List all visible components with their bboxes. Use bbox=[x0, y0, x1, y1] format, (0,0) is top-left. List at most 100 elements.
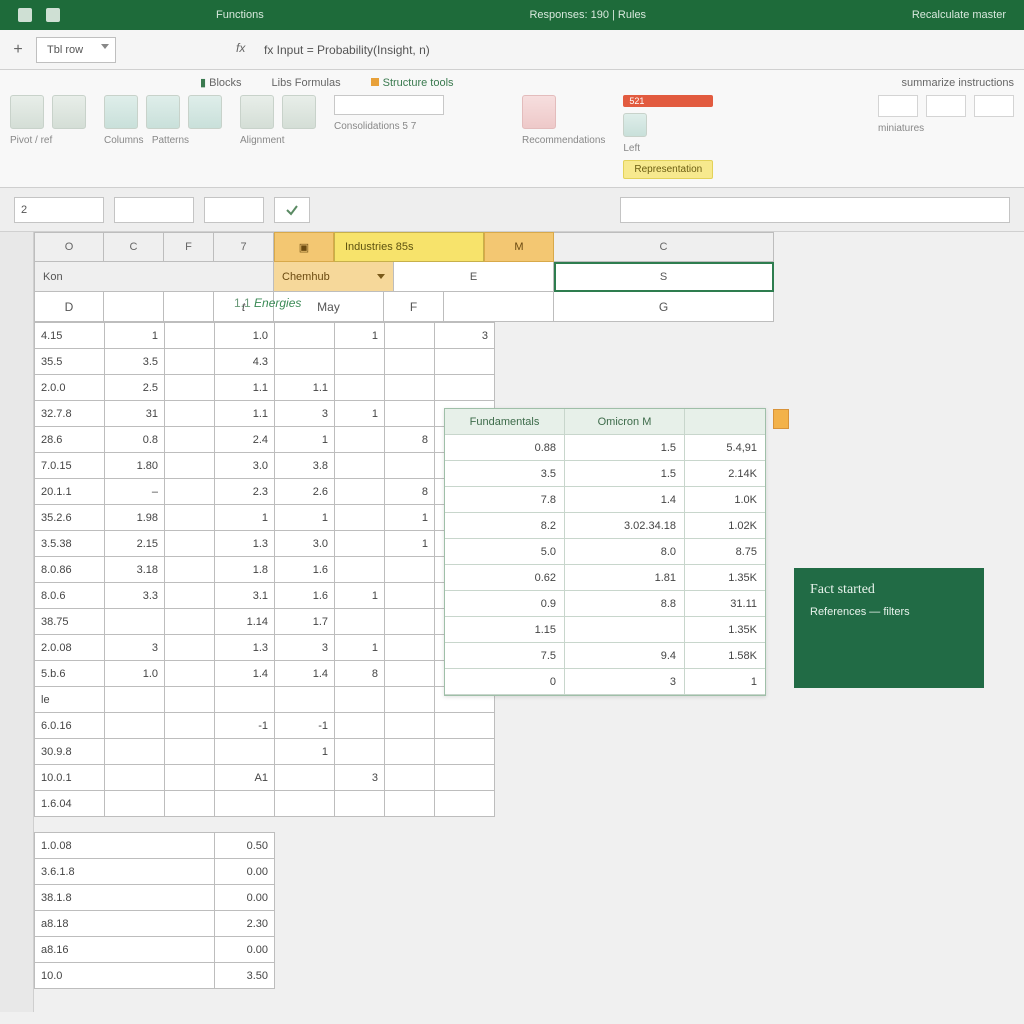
ribbon-dropdown-1[interactable] bbox=[334, 95, 444, 115]
ribbon-button-1[interactable] bbox=[10, 95, 44, 129]
grid-cell[interactable]: 8.0.86 bbox=[35, 557, 105, 583]
inset-cell[interactable]: 5.0 bbox=[445, 539, 565, 565]
ribbon-button-4[interactable] bbox=[146, 95, 180, 129]
grid-cell[interactable] bbox=[165, 687, 215, 713]
grid-cell[interactable] bbox=[105, 713, 165, 739]
grid-cell[interactable] bbox=[105, 765, 165, 791]
inset-cell[interactable]: 9.4 bbox=[565, 643, 685, 669]
grid-cell[interactable] bbox=[385, 349, 435, 375]
grid-cell[interactable] bbox=[165, 739, 215, 765]
ribbon-button-2[interactable] bbox=[52, 95, 86, 129]
grid-cell[interactable] bbox=[165, 791, 215, 817]
grid-cell[interactable]: 1.4 bbox=[215, 661, 275, 687]
grid-cell[interactable] bbox=[335, 609, 385, 635]
grid2-cell[interactable]: 0.00 bbox=[215, 937, 275, 963]
ribbon-button-7[interactable] bbox=[282, 95, 316, 129]
grid-cell[interactable]: 1.1 bbox=[215, 375, 275, 401]
grid-cell[interactable]: 2.6 bbox=[275, 479, 335, 505]
grid-cell[interactable]: 7.0.15 bbox=[35, 453, 105, 479]
header-tab-orange[interactable]: ▣ bbox=[274, 232, 334, 262]
row-gutter[interactable] bbox=[0, 232, 34, 1012]
lbl-cell[interactable]: F bbox=[384, 292, 444, 322]
inset-cell[interactable]: 1.35K bbox=[685, 617, 765, 643]
grid-cell[interactable]: 3.5 bbox=[105, 349, 165, 375]
grid-cell[interactable]: 1.4 bbox=[275, 661, 335, 687]
grid-cell[interactable]: 2.4 bbox=[215, 427, 275, 453]
inset-cell[interactable]: 0.62 bbox=[445, 565, 565, 591]
grid-cell[interactable]: 35.5 bbox=[35, 349, 105, 375]
inset-cell[interactable]: 3.5 bbox=[445, 461, 565, 487]
grid-cell[interactable] bbox=[165, 661, 215, 687]
grid-cell[interactable] bbox=[435, 739, 495, 765]
grid-cell[interactable]: 2.15 bbox=[105, 531, 165, 557]
grid-cell[interactable]: 1 bbox=[335, 583, 385, 609]
grid-cell[interactable] bbox=[335, 557, 385, 583]
grid-cell[interactable]: 1.7 bbox=[275, 609, 335, 635]
grid-cell[interactable]: le bbox=[35, 687, 105, 713]
grid-cell[interactable] bbox=[335, 479, 385, 505]
grid-cell[interactable]: 1 bbox=[335, 635, 385, 661]
ribbon-button-5[interactable] bbox=[188, 95, 222, 129]
grid-cell[interactable] bbox=[105, 609, 165, 635]
subhdr-chemhub[interactable]: Chemhub bbox=[274, 262, 394, 292]
grid-cell[interactable] bbox=[385, 323, 435, 349]
grid-cell[interactable]: 1 bbox=[275, 505, 335, 531]
grid-cell[interactable]: 3 bbox=[335, 765, 385, 791]
grid-cell[interactable] bbox=[165, 713, 215, 739]
grid-cell[interactable]: 1.0 bbox=[105, 661, 165, 687]
grid-cell[interactable]: 3.0 bbox=[215, 453, 275, 479]
grid2-cell[interactable]: 1.0.08 bbox=[35, 833, 215, 859]
ribbon-button-6[interactable] bbox=[240, 95, 274, 129]
grid-cell[interactable] bbox=[165, 323, 215, 349]
name-box[interactable] bbox=[14, 197, 104, 223]
grid-cell[interactable]: 1 bbox=[105, 323, 165, 349]
grid-cell[interactable]: 31 bbox=[105, 401, 165, 427]
grid-cell[interactable] bbox=[165, 557, 215, 583]
grid-cell[interactable] bbox=[335, 531, 385, 557]
sparkline-1[interactable] bbox=[878, 95, 918, 117]
grid-cell[interactable]: 1.80 bbox=[105, 453, 165, 479]
grid-cell[interactable] bbox=[215, 791, 275, 817]
inset-cell[interactable]: 5.4,91 bbox=[685, 435, 765, 461]
grid-cell[interactable] bbox=[385, 401, 435, 427]
grid-cell[interactable]: 1.0 bbox=[215, 323, 275, 349]
grid-cell[interactable]: A1 bbox=[215, 765, 275, 791]
fx-icon[interactable]: fx bbox=[236, 41, 254, 59]
grid-cell[interactable]: 5.b.6 bbox=[35, 661, 105, 687]
grid2-cell[interactable]: a8.18 bbox=[35, 911, 215, 937]
inset-cell[interactable]: 0.88 bbox=[445, 435, 565, 461]
grid-cell[interactable] bbox=[385, 791, 435, 817]
grid-cell[interactable] bbox=[335, 427, 385, 453]
inset-cell[interactable]: 1.35K bbox=[685, 565, 765, 591]
grid-cell[interactable]: 2.3 bbox=[215, 479, 275, 505]
grid-cell[interactable]: 0.8 bbox=[105, 427, 165, 453]
grid-cell[interactable] bbox=[275, 791, 335, 817]
header-tab-m[interactable]: M bbox=[484, 232, 554, 262]
grid-cell[interactable] bbox=[385, 661, 435, 687]
grid-cell[interactable]: 3.1 bbox=[215, 583, 275, 609]
grid-cell[interactable] bbox=[165, 427, 215, 453]
chevron-down-icon[interactable] bbox=[101, 44, 109, 49]
grid-cell[interactable]: 3.5.38 bbox=[35, 531, 105, 557]
grid-cell[interactable] bbox=[275, 765, 335, 791]
grid-cell[interactable]: -1 bbox=[215, 713, 275, 739]
grid-cell[interactable] bbox=[215, 687, 275, 713]
inset-cell[interactable]: 1.02K bbox=[685, 513, 765, 539]
ribbon-chip[interactable]: Representation bbox=[623, 160, 713, 179]
grid-cell[interactable]: 3 bbox=[275, 635, 335, 661]
grid-cell[interactable]: 3.18 bbox=[105, 557, 165, 583]
search-input[interactable] bbox=[620, 197, 1010, 223]
grid-cell[interactable]: 8 bbox=[385, 479, 435, 505]
grid-cell[interactable] bbox=[165, 505, 215, 531]
inset-cell[interactable]: 1.4 bbox=[565, 487, 685, 513]
header-tab-industries[interactable]: Industries 85s bbox=[334, 232, 484, 262]
grid-cell[interactable]: 1.14 bbox=[215, 609, 275, 635]
lbl-cell[interactable]: D bbox=[34, 292, 104, 322]
lbl-cell[interactable] bbox=[444, 292, 554, 322]
inset-panel[interactable]: Fundamentals Omicron M 0.881.55.4,913.51… bbox=[444, 408, 766, 696]
grid-cell[interactable] bbox=[165, 609, 215, 635]
grid-cell[interactable] bbox=[165, 583, 215, 609]
grid-cell[interactable]: 4.15 bbox=[35, 323, 105, 349]
grid-cell[interactable] bbox=[335, 687, 385, 713]
formula-bar-text[interactable]: fx Input = Probability(Insight, n) bbox=[264, 43, 430, 57]
